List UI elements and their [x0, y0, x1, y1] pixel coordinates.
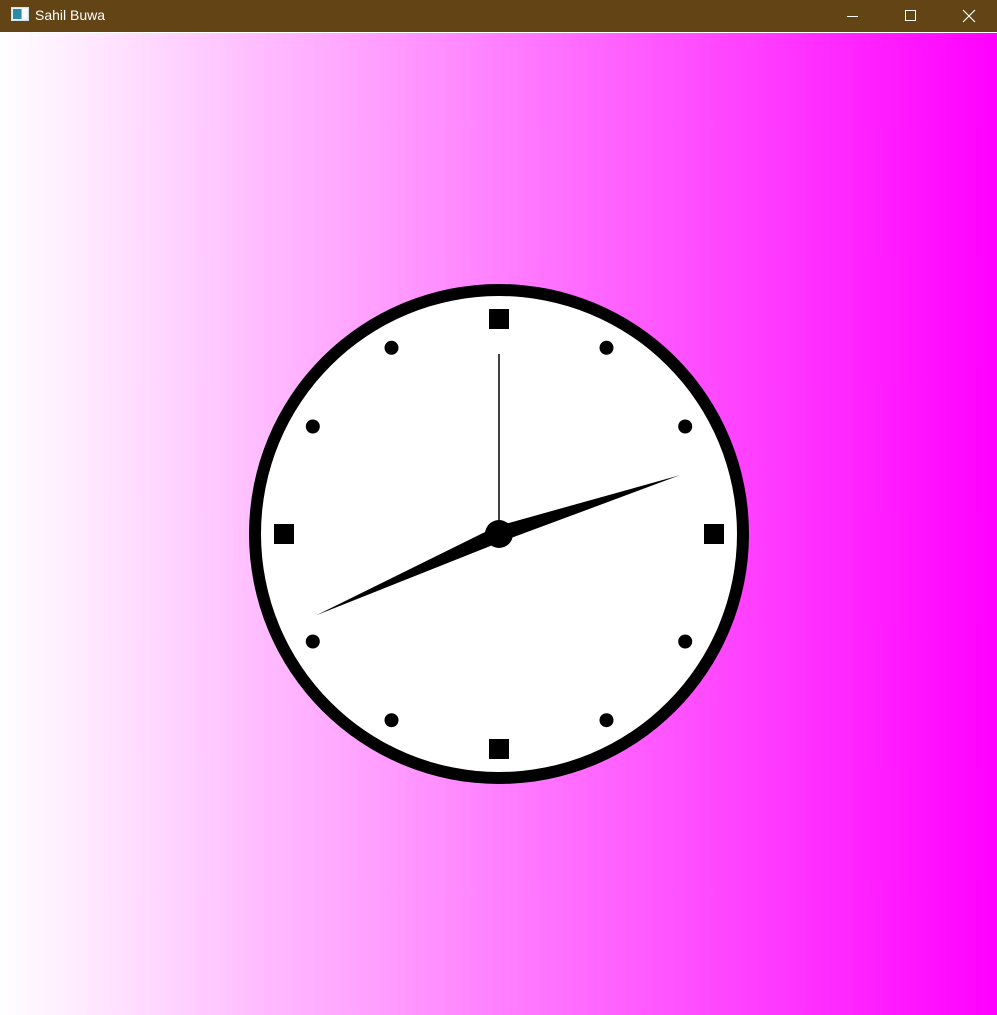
- title-bar[interactable]: Sahil Buwa: [0, 0, 997, 32]
- minimize-icon: [847, 16, 858, 17]
- hour-marker-square: [704, 524, 724, 544]
- app-window-icon[interactable]: [11, 7, 29, 21]
- hour-marker-dot: [305, 634, 320, 649]
- hour-marker-dot: [678, 634, 693, 649]
- canvas-area: [0, 33, 997, 1015]
- hour-marker-dot: [678, 419, 693, 434]
- minimize-button[interactable]: [824, 0, 882, 32]
- hour-marker-dot: [599, 713, 614, 728]
- maximize-icon: [905, 10, 916, 21]
- maximize-button[interactable]: [882, 0, 940, 32]
- hour-marker-square: [274, 524, 294, 544]
- close-button[interactable]: [940, 0, 997, 32]
- app-icon-pane-right: [21, 9, 27, 19]
- hour-marker-dot: [384, 340, 399, 355]
- hour-marker-dot: [384, 713, 399, 728]
- hour-marker-dot: [305, 419, 320, 434]
- hour-marker-dot: [599, 340, 614, 355]
- center-hub: [485, 520, 513, 548]
- close-icon: [962, 9, 976, 23]
- window-title: Sahil Buwa: [35, 7, 106, 23]
- app-icon-pane-left: [13, 9, 21, 19]
- clock-canvas: [0, 33, 997, 1015]
- hour-marker-square: [489, 309, 509, 329]
- app-window: Sahil Buwa: [0, 0, 997, 1015]
- hour-marker-square: [489, 739, 509, 759]
- analog-clock: [249, 284, 749, 784]
